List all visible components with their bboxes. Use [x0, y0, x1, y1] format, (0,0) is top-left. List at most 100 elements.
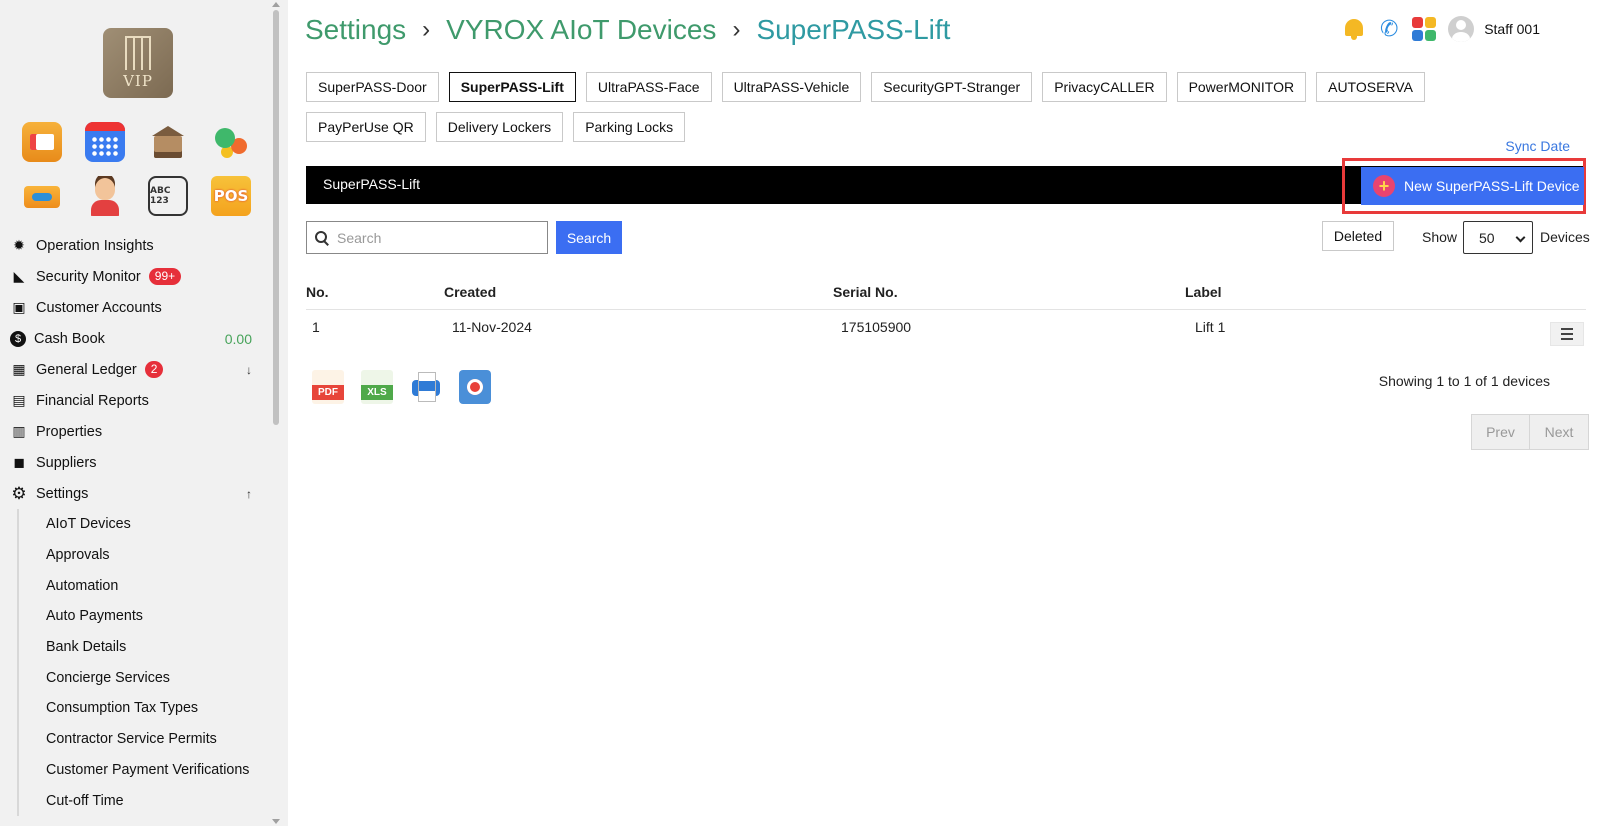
col-created[interactable]: Created — [444, 284, 496, 300]
tab-ultrapass-face[interactable]: UltraPASS-Face — [585, 72, 712, 102]
prev-button[interactable]: Prev — [1471, 414, 1530, 450]
sub-item-concierge-services[interactable]: Concierge Services — [19, 662, 270, 693]
topbar: ✆ Staff 001 — [1342, 16, 1540, 42]
sub-item-auto-payments[interactable]: Auto Payments — [19, 601, 270, 632]
sub-item-cut-off-time[interactable]: Cut-off Time — [19, 785, 270, 816]
tab-autoserva[interactable]: AUTOSERVA — [1316, 72, 1425, 102]
avatar[interactable] — [1448, 16, 1475, 42]
license-plate-text: ABC 123 — [150, 186, 171, 206]
table-row[interactable]: 1 11-Nov-2024 175105900 Lift 1 — [306, 310, 1586, 346]
nav-general-ledger[interactable]: ▦ General Ledger 2 ↓ — [0, 354, 270, 385]
sub-item-customer-payment-verifications[interactable]: Customer Payment Verifications — [19, 755, 270, 786]
nav-financial-reports[interactable]: ▤ Financial Reports — [0, 385, 270, 416]
nav-settings[interactable]: ⚙ Settings ↑ — [0, 478, 270, 509]
tab-payperuse-qr[interactable]: PayPerUse QR — [306, 112, 426, 142]
calendar-icon[interactable] — [85, 122, 125, 162]
id-card-icon[interactable] — [22, 122, 62, 162]
user-name[interactable]: Staff 001 — [1484, 21, 1540, 37]
tab-privacycaller[interactable]: PrivacyCALLER — [1042, 72, 1167, 102]
breadcrumb-aiot-devices[interactable]: VYROX AIoT Devices — [446, 14, 716, 46]
xls-export-icon[interactable]: XLS — [361, 370, 393, 404]
pos-text: POS — [213, 187, 249, 205]
apps-grid-icon[interactable] — [1412, 17, 1437, 41]
scroll-up-icon[interactable] — [272, 2, 280, 7]
xls-text: XLS — [361, 385, 393, 400]
breadcrumb-settings[interactable]: Settings — [305, 14, 406, 46]
nav-cash-book[interactable]: $ Cash Book 0.00 — [0, 323, 270, 354]
menu-line — [1561, 333, 1573, 335]
balloons-icon[interactable] — [211, 122, 251, 162]
apps-tile — [1412, 30, 1424, 41]
bank-icon[interactable] — [148, 122, 188, 162]
search-input[interactable] — [337, 229, 537, 246]
dollar-icon: $ — [10, 330, 26, 347]
pagination: Prev Next — [1471, 414, 1589, 450]
tab-delivery-lockers[interactable]: Delivery Lockers — [435, 112, 564, 142]
col-no[interactable]: No. — [306, 284, 329, 300]
face-recognition-icon[interactable] — [85, 176, 125, 216]
license-plate-icon[interactable]: ABC 123 — [148, 176, 188, 216]
sub-item-automation[interactable]: Automation — [19, 570, 270, 601]
devices-table: No. Created Serial No. Label 1 11-Nov-20… — [306, 280, 1586, 346]
calculator-icon: ▦ — [12, 361, 26, 377]
tab-ultrapass-vehicle[interactable]: UltraPASS-Vehicle — [721, 72, 862, 102]
sub-item-contractor-service-permits[interactable]: Contractor Service Permits — [19, 724, 270, 755]
expand-arrow-icon[interactable]: ↓ — [246, 363, 252, 377]
nav-properties[interactable]: ▥ Properties — [0, 416, 270, 447]
col-label[interactable]: Label — [1185, 284, 1222, 300]
phone-icon[interactable]: ✆ — [1376, 16, 1402, 42]
tab-parking-locks[interactable]: Parking Locks — [573, 112, 686, 142]
table-header: No. Created Serial No. Label — [306, 280, 1586, 310]
search-button[interactable]: Search — [556, 221, 622, 254]
cell-created: 11-Nov-2024 — [452, 319, 532, 335]
sub-item-approvals[interactable]: Approvals — [19, 540, 270, 571]
scroll-down-icon[interactable] — [272, 819, 280, 824]
new-device-button[interactable]: + New SuperPASS-Lift Device — [1361, 167, 1584, 205]
highlight-box: + New SuperPASS-Lift Device — [1342, 158, 1586, 214]
nav-customer-accounts[interactable]: ▣ Customer Accounts — [0, 292, 270, 323]
deleted-button[interactable]: Deleted — [1322, 221, 1394, 251]
row-menu-icon[interactable] — [1550, 322, 1584, 346]
pdf-export-icon[interactable]: PDF — [312, 370, 344, 404]
apps-tile — [1425, 30, 1437, 41]
next-button[interactable]: Next — [1530, 414, 1589, 450]
sidebar-nav: ✹ Operation Insights ◣ Security Monitor … — [0, 230, 270, 816]
report-icon: ▤ — [12, 392, 26, 408]
nav-suppliers[interactable]: ◼ Suppliers — [0, 447, 270, 478]
sub-item-bank-details[interactable]: Bank Details — [19, 632, 270, 663]
truck-icon: ◼ — [13, 454, 25, 470]
col-serial[interactable]: Serial No. — [833, 284, 898, 300]
plus-icon: + — [1373, 175, 1395, 197]
sync-date-link[interactable]: Sync Date — [1505, 138, 1570, 154]
key-card-icon[interactable] — [22, 176, 62, 216]
settings-submenu: AIoT Devices Approvals Automation Auto P… — [17, 509, 270, 816]
page-size-select[interactable]: 50 — [1463, 221, 1533, 254]
print-icon[interactable] — [410, 370, 442, 404]
menu-line — [1561, 328, 1573, 330]
nav-security-monitor[interactable]: ◣ Security Monitor 99+ — [0, 261, 270, 292]
tab-superpass-door[interactable]: SuperPASS-Door — [306, 72, 439, 102]
cell-serial: 175105900 — [841, 319, 912, 335]
pos-icon[interactable]: POS — [211, 176, 251, 216]
collapse-arrow-icon[interactable]: ↑ — [246, 487, 252, 501]
chevron-right-icon: › — [422, 16, 431, 43]
new-device-label: New SuperPASS-Lift Device — [1404, 178, 1580, 194]
nav-label: Suppliers — [36, 454, 97, 471]
tab-powermonitor[interactable]: PowerMONITOR — [1176, 72, 1307, 102]
sub-item-aiot-devices[interactable]: AIoT Devices — [19, 509, 270, 540]
sidebar-scrollbar[interactable] — [271, 0, 281, 826]
gear-icon: ⚙ — [11, 483, 27, 503]
building-icon: ▥ — [12, 423, 26, 439]
search-field[interactable] — [306, 221, 548, 254]
column-settings-icon[interactable] — [459, 370, 491, 404]
cell-label: Lift 1 — [1195, 319, 1226, 335]
vip-logo[interactable]: VIP — [103, 28, 173, 98]
tab-securitygpt-stranger[interactable]: SecurityGPT-Stranger — [871, 72, 1033, 102]
scrollbar-thumb[interactable] — [273, 10, 279, 425]
menu-line — [1561, 338, 1573, 340]
bell-icon[interactable] — [1342, 17, 1366, 41]
tab-superpass-lift[interactable]: SuperPASS-Lift — [448, 72, 576, 102]
sub-item-consumption-tax-types[interactable]: Consumption Tax Types — [19, 693, 270, 724]
nav-operation-insights[interactable]: ✹ Operation Insights — [0, 230, 270, 261]
export-toolbar: PDF XLS — [312, 370, 491, 404]
